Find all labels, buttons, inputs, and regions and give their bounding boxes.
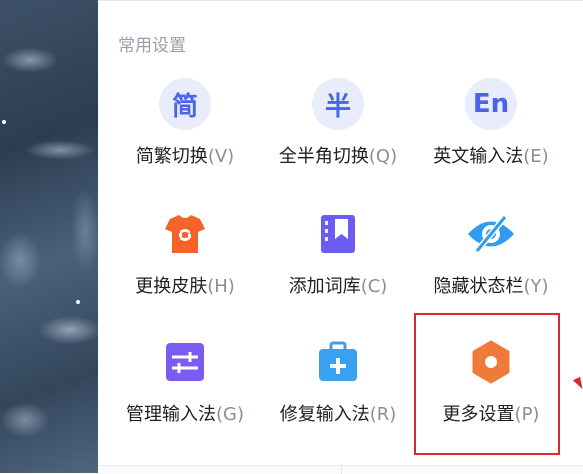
menu-item-label: 更换皮肤(H)	[135, 276, 235, 297]
section-title: 常用设置	[118, 36, 186, 56]
wallpaper-speck	[76, 300, 80, 304]
repair-kit-icon	[312, 336, 364, 388]
wallpaper-speck	[2, 120, 6, 124]
hidden-eye-icon	[465, 208, 517, 260]
menu-item-manage-input-method[interactable]: 管理输入法(G)	[110, 336, 260, 446]
menu-item-label: 修复输入法(R)	[279, 404, 397, 425]
skin-shirt-icon	[159, 208, 211, 260]
dictionary-icon	[312, 208, 364, 260]
menu-item-label: 全半角切换(Q)	[278, 146, 398, 167]
menu-item-label: 简繁切换(V)	[135, 146, 235, 167]
desktop-wallpaper	[0, 0, 98, 473]
full-half-width-icon: 半	[312, 78, 364, 130]
menu-item-english-input[interactable]: En 英文输入法(E)	[416, 78, 566, 188]
highlight-box	[414, 313, 560, 455]
menu-item-hide-status-bar[interactable]: 隐藏状态栏(Y)	[416, 208, 566, 318]
menu-item-label: 管理输入法(G)	[126, 404, 244, 425]
english-input-icon: En	[465, 78, 517, 130]
menu-item-add-dictionary[interactable]: 添加词库(C)	[263, 208, 413, 318]
menu-item-traditional-simplified[interactable]: 简 简繁切换(V)	[110, 78, 260, 188]
menu-item-label: 添加词库(C)	[288, 276, 388, 297]
settings-menu-panel: 常用设置 简 简繁切换(V) 半 全半角切换(Q) En 英文输入法(E) 更换…	[98, 0, 583, 474]
traditional-simplified-icon: 简	[159, 78, 211, 130]
menu-item-full-half-width[interactable]: 半 全半角切换(Q)	[263, 78, 413, 188]
menu-item-label: 隐藏状态栏(Y)	[433, 276, 549, 297]
menu-item-repair-input-method[interactable]: 修复输入法(R)	[263, 336, 413, 446]
menu-item-label: 英文输入法(E)	[433, 146, 549, 167]
menu-item-change-skin[interactable]: 更换皮肤(H)	[110, 208, 260, 318]
sliders-icon	[159, 336, 211, 388]
